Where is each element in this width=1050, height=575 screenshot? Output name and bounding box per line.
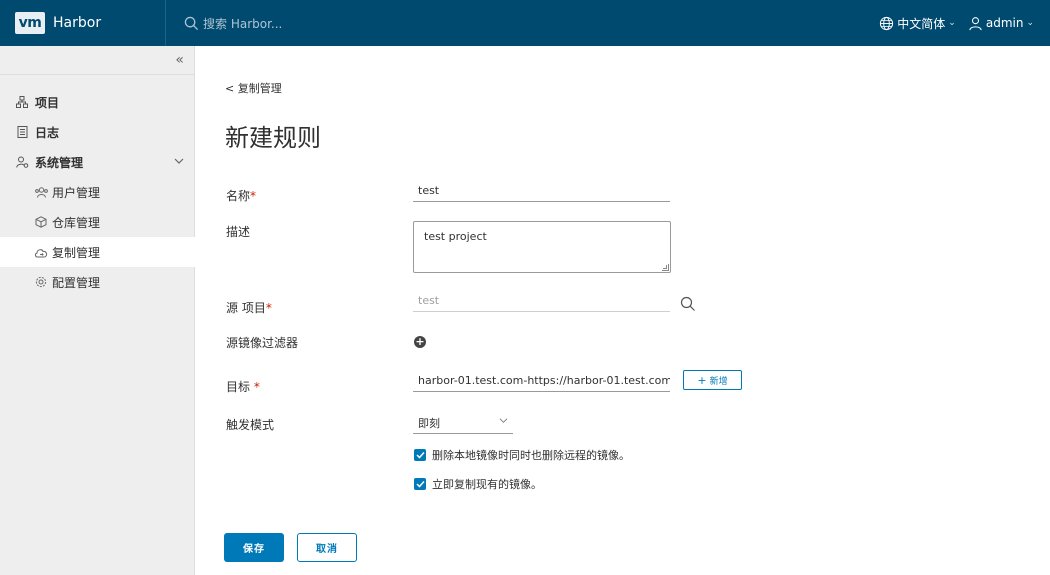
user-menu[interactable]: admin ⌄ <box>968 16 1034 31</box>
cancel-button[interactable]: 取消 <box>297 533 357 562</box>
registry-icon <box>34 215 48 229</box>
trigger-mode-label: 触发模式 <box>226 418 275 432</box>
new-target-button[interactable]: + 新增 <box>683 370 742 390</box>
sidebar-item-label: 项目 <box>35 95 60 110</box>
save-button[interactable]: 保存 <box>224 533 284 562</box>
chevron-down-icon: ⌄ <box>948 18 956 28</box>
replicate-existing-checkbox-row[interactable]: 立即复制现有的镜像。 <box>414 476 542 492</box>
target-label: 目标 * <box>226 380 260 394</box>
description-textarea[interactable]: test project <box>413 221 671 273</box>
cloud-replication-icon <box>34 245 48 259</box>
delete-remote-label: 删除本地镜像时同时也删除远程的镜像。 <box>432 449 630 462</box>
chevron-down-icon <box>174 155 184 169</box>
admin-icon <box>15 155 29 169</box>
description-value: test project <box>424 230 487 243</box>
checkbox-checked-icon[interactable] <box>414 449 426 461</box>
resize-handle-icon[interactable] <box>662 264 669 271</box>
users-icon <box>34 185 48 199</box>
sidebar: « 项目 日志 系统管理 用户管理 仓库管理 复制管理 配置管理 <box>0 46 195 575</box>
search-placeholder: 搜索 Harbor... <box>203 16 283 31</box>
user-name: admin <box>985 16 1024 30</box>
target-select[interactable]: harbor-01.test.com-https://harbor-01.tes… <box>413 370 670 392</box>
page-title: 新建规则 <box>225 124 321 152</box>
description-label: 描述 <box>226 225 251 239</box>
language-selector[interactable]: 中文简体 ⌄ <box>879 15 956 32</box>
app-name: Harbor <box>53 15 102 31</box>
source-project-input: test <box>413 290 670 312</box>
back-to-replications-link[interactable]: < 复制管理 <box>225 80 282 96</box>
collapse-sidebar-button[interactable]: « <box>0 46 194 75</box>
language-label: 中文简体 <box>897 16 946 31</box>
delete-remote-checkbox-row[interactable]: 删除本地镜像时同时也删除远程的镜像。 <box>414 447 630 463</box>
top-header: vm Harbor 搜索 Harbor... 中文简体 ⌄ admin ⌄ <box>0 0 1050 46</box>
plus-icon: + <box>697 373 707 387</box>
sidebar-item-configuration[interactable]: 配置管理 <box>0 267 194 297</box>
chevron-down-icon: ⌄ <box>1026 18 1034 28</box>
chevron-down-icon <box>499 416 508 428</box>
source-project-label: 源 项目* <box>226 301 272 315</box>
vmware-logo: vm <box>15 12 45 34</box>
name-input[interactable]: test <box>413 180 670 202</box>
required-mark: * <box>265 301 272 315</box>
sidebar-item-replications[interactable]: 复制管理 <box>0 237 195 267</box>
name-label: 名称* <box>226 189 257 203</box>
sidebar-item-label: 用户管理 <box>52 185 101 200</box>
checkbox-checked-icon[interactable] <box>414 478 426 490</box>
brand[interactable]: vm Harbor <box>0 0 166 46</box>
sidebar-item-label: 配置管理 <box>52 275 101 290</box>
source-filter-label: 源镜像过滤器 <box>226 336 299 350</box>
sidebar-item-logs[interactable]: 日志 <box>0 117 194 147</box>
sidebar-item-projects[interactable]: 项目 <box>0 87 194 117</box>
log-icon <box>15 125 29 139</box>
gear-icon <box>34 275 48 289</box>
global-search[interactable]: 搜索 Harbor... <box>184 15 282 32</box>
globe-icon <box>880 16 894 30</box>
sidebar-item-label: 复制管理 <box>52 245 101 260</box>
sidebar-item-label: 系统管理 <box>35 155 84 170</box>
search-icon <box>184 16 199 30</box>
sidebar-item-users[interactable]: 用户管理 <box>0 177 194 207</box>
trigger-mode-select[interactable]: 即刻 <box>413 412 513 434</box>
sidebar-item-label: 仓库管理 <box>52 215 101 230</box>
search-icon[interactable] <box>680 296 696 315</box>
required-mark: * <box>253 380 260 394</box>
replicate-existing-label: 立即复制现有的镜像。 <box>432 478 542 491</box>
sidebar-item-administration[interactable]: 系统管理 <box>0 147 194 177</box>
main-content: < 复制管理 新建规则 名称* test 描述 test project 源 项… <box>196 46 1050 575</box>
required-mark: * <box>250 189 257 203</box>
sidebar-item-registries[interactable]: 仓库管理 <box>0 207 194 237</box>
user-icon <box>969 16 982 30</box>
project-icon <box>15 95 29 109</box>
add-filter-plus-icon[interactable]: + <box>414 336 426 348</box>
double-chevron-left-icon: « <box>175 52 184 68</box>
trigger-mode-value: 即刻 <box>418 416 440 430</box>
sidebar-item-label: 日志 <box>35 125 60 140</box>
